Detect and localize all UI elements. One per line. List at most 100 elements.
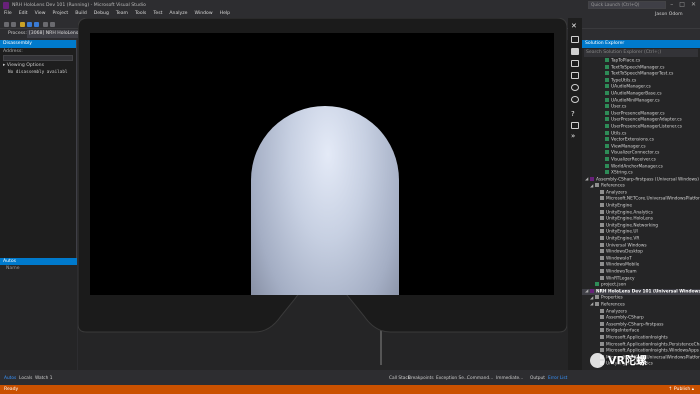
tree-item[interactable]: Analyzers (582, 308, 700, 316)
screenshot-icon[interactable] (571, 60, 579, 67)
solution-explorer: Solution Explorer Search Solution Explor… (582, 40, 700, 370)
tree-item[interactable]: UnityEngine (582, 203, 700, 210)
signed-in-user[interactable]: Jason Odom (655, 12, 683, 17)
tree-item[interactable]: VisualizerReceiver.cs (582, 156, 700, 164)
fit-screen-icon[interactable] (571, 122, 579, 129)
tree-item-label: References (601, 302, 625, 308)
tree-item-label: WinRTLegacy (606, 276, 635, 282)
tree-item[interactable]: ◢ References (582, 301, 700, 309)
tree-item-label: UAudioManager.cs (611, 84, 651, 90)
back-icon[interactable] (4, 22, 9, 27)
tree-item[interactable]: ◢ Properties (582, 295, 700, 302)
undo-icon[interactable] (43, 22, 48, 27)
save-icon[interactable] (27, 22, 32, 27)
tab-watch-1[interactable]: Watch 1 (35, 376, 52, 381)
tree-item[interactable]: User.cs (582, 104, 700, 111)
tree-item[interactable]: UserPresenceManagerListener.cs (582, 123, 700, 131)
tree-item[interactable]: TextToSpeechManager.cs (582, 64, 700, 72)
tree-item[interactable]: Microsoft.NETCore.UniversalWindowsPlatfo… (582, 196, 700, 203)
tree-item[interactable]: WindowsTeam (582, 269, 700, 276)
minimize-icon[interactable]: – (670, 1, 673, 8)
tree-item[interactable]: XString.cs (582, 170, 700, 177)
menu-view[interactable]: View (35, 11, 46, 20)
menu-project[interactable]: Project (53, 11, 69, 20)
more-tools-icon[interactable]: » (571, 132, 579, 140)
tree-item[interactable]: project.json (582, 282, 700, 289)
viewing-options-toggle[interactable]: ▸ Viewing Options (0, 61, 76, 70)
tree-item[interactable]: UAudioMiniManager.cs (582, 97, 700, 105)
pointer-icon[interactable] (571, 72, 579, 79)
tree-item[interactable]: Assembly-CSharp (582, 315, 700, 322)
tab-immediate-window[interactable]: Immediate... (496, 376, 523, 381)
tree-item[interactable]: Utils.cs (582, 130, 700, 138)
tab-autos-header[interactable]: Autos (0, 258, 77, 265)
tree-item[interactable]: VectorExtensions.cs (582, 137, 700, 144)
tree-item-label: NRH HoloLens Dev 101 (Universal Windows) (596, 289, 700, 295)
tree-item[interactable]: UnityEngine.VR (582, 236, 700, 243)
tree-item[interactable]: TapToPlace.cs (582, 58, 700, 65)
reference-icon (600, 341, 604, 346)
tab-locals[interactable]: Locals (19, 376, 32, 381)
help-icon[interactable]: ? (571, 110, 579, 118)
tree-item[interactable]: ViewManager.cs (582, 143, 700, 151)
tree-item[interactable]: UnityEngine.Networking (582, 222, 700, 230)
quick-launch-input[interactable]: Quick Launch (Ctrl+Q) (588, 1, 666, 9)
status-bar: Ready ↑ Publish ▴ (0, 385, 700, 394)
tree-item[interactable]: UserPresenceManagerAdapter.cs (582, 117, 700, 124)
tree-item[interactable]: Analyzers (582, 189, 700, 197)
tree-item[interactable]: UAudioManagerBase.cs (582, 90, 700, 98)
tree-item-label: UnityEngine (606, 203, 633, 209)
tree-item[interactable]: UAudioManager.cs (582, 84, 700, 91)
tree-item[interactable]: UnityEngine.UI (582, 229, 700, 236)
tree-item[interactable]: Microsoft.ApplicationInsights.Persistenc… (582, 341, 700, 349)
tab-error-list[interactable]: Error List (548, 376, 567, 381)
holographic-viewport[interactable] (90, 33, 554, 295)
tree-item[interactable]: UnityEngine.HoloLens (582, 216, 700, 223)
open-folder-icon[interactable] (20, 22, 25, 27)
tree-item[interactable]: UserPresenceManager.cs (582, 110, 700, 118)
tree-item-label: Analyzers (606, 309, 627, 315)
csharp-file-icon (595, 282, 599, 287)
select-icon[interactable] (571, 48, 579, 55)
tree-item[interactable]: TypeUtils.cs (582, 77, 700, 85)
tree-project-node[interactable]: ◢ NRH HoloLens Dev 101 (Universal Windows… (582, 288, 700, 296)
rotate-icon[interactable] (571, 84, 579, 91)
tree-item[interactable]: BridgeInterface (582, 328, 700, 335)
save-all-icon[interactable] (34, 22, 39, 27)
tree-item[interactable]: WindowsMobile (582, 262, 700, 269)
reference-icon (600, 321, 604, 326)
menu-file[interactable]: File (4, 11, 12, 20)
emulator-close-icon[interactable]: ✕ (571, 22, 579, 30)
tree-item[interactable]: ◢ References (582, 183, 700, 190)
tab-breakpoints[interactable]: Breakpoints (408, 376, 434, 381)
redo-icon[interactable] (50, 22, 55, 27)
tab-disassembly[interactable]: Disassembly (0, 40, 76, 48)
zoom-icon[interactable] (571, 96, 579, 103)
tree-item[interactable]: TextToSpeechManagerTest.cs (582, 71, 700, 78)
tree-item[interactable]: WindowsIoT (582, 255, 700, 263)
menu-edit[interactable]: Edit (19, 11, 28, 20)
tree-item[interactable]: Universal Windows (582, 242, 700, 250)
tab-output[interactable]: Output (530, 376, 545, 381)
tab-autos[interactable]: Autos (4, 376, 16, 381)
solution-search-input[interactable]: Search Solution Explorer (Ctrl+;) (584, 49, 698, 57)
column-name-header[interactable]: Name (0, 265, 77, 272)
tree-item[interactable]: UnityEngine.Analytics (582, 209, 700, 217)
tree-project-node[interactable]: ◢ Assembly-CSharp-firstpass (Universal Wi… (582, 176, 700, 184)
process-dropdown[interactable]: [3068] NRH HoloLens Dev (27, 30, 79, 38)
close-icon[interactable]: ✕ (691, 1, 696, 8)
maximize-icon[interactable]: □ (679, 1, 685, 8)
emulator-toolbar: ✕ ? » (568, 18, 582, 370)
tree-item[interactable]: Assembly-CSharp-firstpass (582, 321, 700, 329)
tab-command-window[interactable]: Command... (467, 376, 493, 381)
tab-exception-settings[interactable]: Exception Se... (436, 376, 468, 381)
tree-item[interactable]: VisualizerConnector.cs (582, 150, 700, 157)
csharp-file-icon (605, 117, 609, 122)
minimize-emulator-icon[interactable] (571, 36, 579, 43)
publish-button[interactable]: ↑ Publish ▴ (669, 387, 694, 392)
tree-item[interactable]: Microsoft.ApplicationInsights (582, 334, 700, 342)
tree-item[interactable]: WindowsDesktop (582, 249, 700, 256)
forward-icon[interactable] (11, 22, 16, 27)
tree-item[interactable]: WorldAnchorManager.cs (582, 163, 700, 171)
tree-item[interactable]: WinRTLegacy (582, 275, 700, 283)
